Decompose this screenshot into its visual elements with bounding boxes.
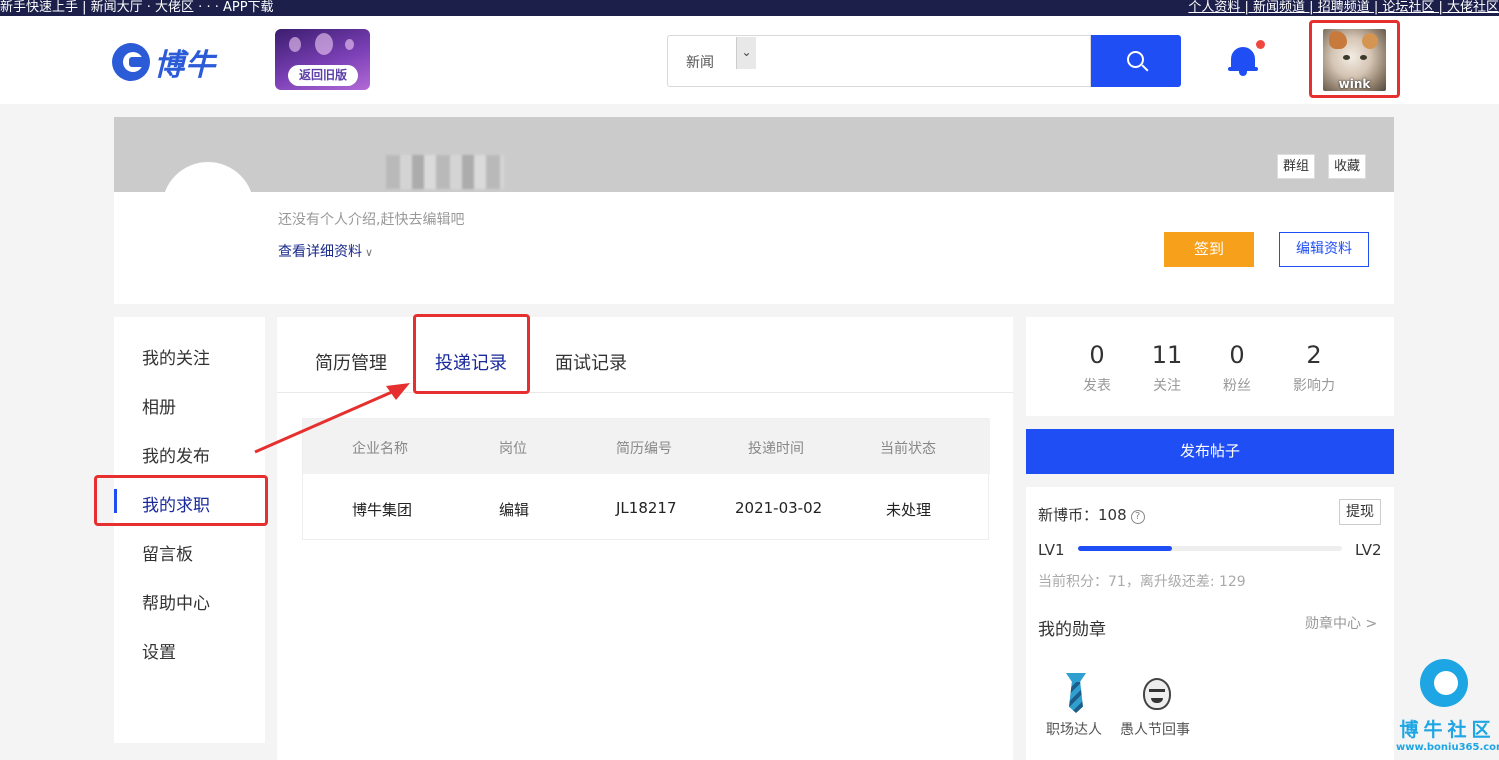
publish-post-button[interactable]: 发布帖子 — [1026, 429, 1394, 474]
stat-fans-label: 粉丝 — [1223, 378, 1251, 394]
withdraw-button[interactable]: 提现 — [1339, 499, 1381, 525]
medals-title: 我的勋章 — [1038, 620, 1106, 640]
stat-fans-value[interactable]: 0 — [1207, 341, 1267, 369]
stat-posts-label: 发表 — [1083, 378, 1111, 394]
medal-center-link[interactable]: 勋章中心 > — [1305, 613, 1377, 633]
necktie-medal-icon[interactable] — [1063, 673, 1089, 715]
site-watermark: 博牛社区 www.boniu365.com — [1396, 657, 1499, 760]
stats-card: 0 发表 11 关注 0 粉丝 2 影响力 — [1026, 317, 1394, 416]
score-text: 当前积分：71，离升级还差: 129 — [1038, 574, 1246, 590]
coins-balance: 新博币：108? — [1038, 504, 1145, 525]
watermark-url: www.boniu365.com — [1396, 742, 1499, 753]
coins-balance-text: 新博币：108 — [1038, 506, 1127, 524]
stat-influence-value: 2 — [1306, 341, 1322, 369]
current-level: LV1 — [1038, 541, 1065, 559]
stat-following-value[interactable]: 11 — [1137, 341, 1197, 369]
medal-april-fools-label: 愚人节回事 — [1120, 722, 1190, 738]
wallet-card: 新博币：108? 提现 LV1 LV2 当前积分：71，离升级还差: 129 我… — [1026, 487, 1394, 760]
stat-posts-value: 0 — [1089, 341, 1105, 369]
help-icon[interactable]: ? — [1130, 510, 1145, 524]
next-level: LV2 — [1355, 541, 1382, 559]
medal-workplace-expert-label: 职场达人 — [1046, 722, 1102, 738]
boniu-watermark-icon — [1420, 659, 1468, 707]
watermark-title: 博牛社区 — [1399, 719, 1496, 741]
level-progress-fill — [1078, 546, 1172, 551]
stat-influence-label: 影响力 — [1293, 378, 1335, 394]
troll-face-medal-icon[interactable] — [1143, 678, 1171, 710]
stat-following-label: 关注 — [1153, 378, 1181, 394]
level-progress-bar — [1078, 546, 1342, 551]
